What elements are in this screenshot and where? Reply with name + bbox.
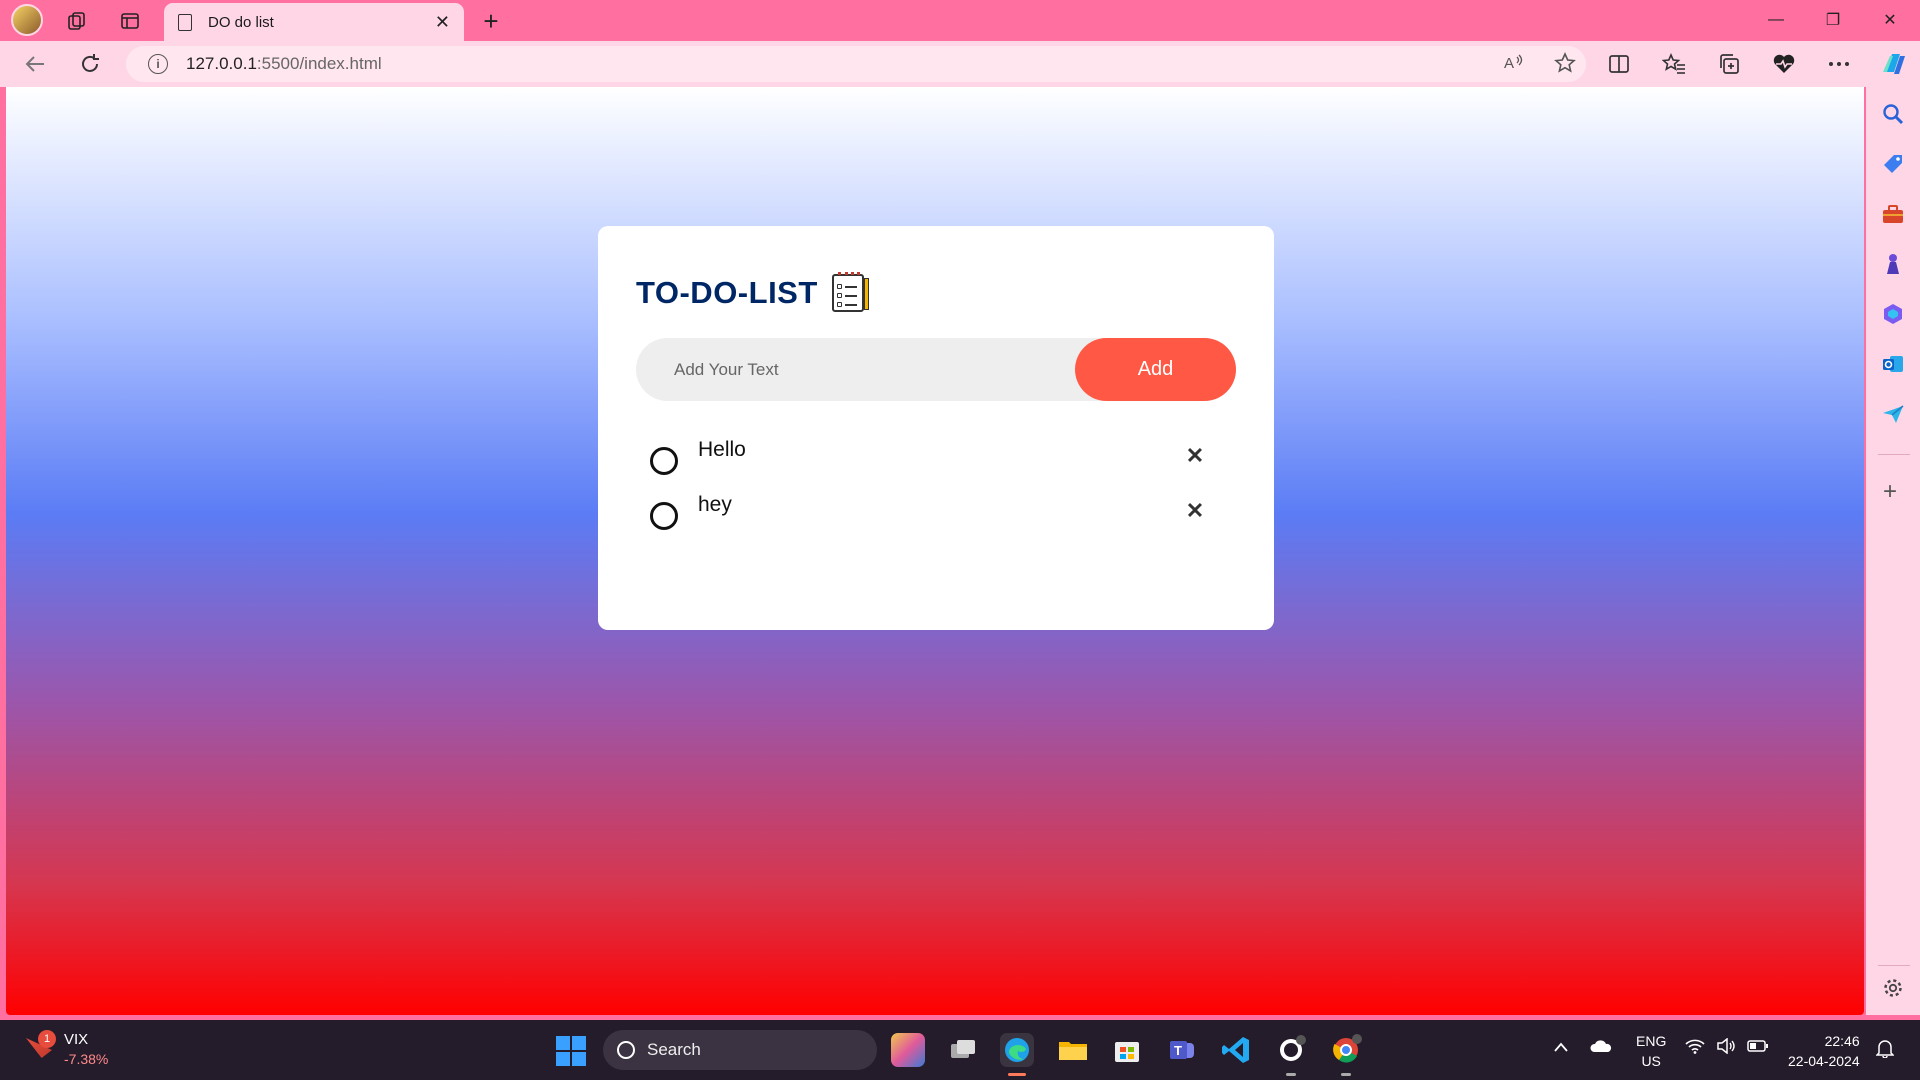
browser-toolbar: i 127.0.0.1:5500/index.html A — [0, 41, 1920, 87]
outlook-icon[interactable] — [1881, 352, 1905, 376]
task-list: Hello ✕ hey ✕ — [636, 436, 1236, 546]
tools-icon[interactable] — [1881, 202, 1905, 226]
gear-icon[interactable] — [1882, 977, 1904, 1005]
active-app-indicator — [1008, 1073, 1026, 1076]
games-icon[interactable] — [1881, 252, 1905, 276]
github-icon[interactable] — [1274, 1033, 1308, 1067]
wifi-icon[interactable] — [1685, 1038, 1705, 1059]
send-icon[interactable] — [1881, 402, 1905, 426]
notification-bell-icon[interactable] — [1875, 1038, 1895, 1063]
star-icon[interactable] — [1554, 52, 1576, 80]
heart-icon[interactable] — [1767, 48, 1801, 80]
task-text: Hello — [698, 438, 746, 461]
read-aloud-icon[interactable]: A — [1504, 52, 1526, 78]
info-icon[interactable]: i — [148, 54, 168, 74]
notification-badge: 1 — [38, 1030, 56, 1048]
copilot-app-icon[interactable] — [891, 1033, 925, 1067]
search-icon — [617, 1041, 635, 1059]
new-tab-button[interactable]: + — [476, 6, 506, 36]
app-heading: TO-DO-LIST — [636, 272, 869, 312]
task-view-icon[interactable] — [946, 1033, 980, 1067]
widget-name[interactable]: VIX — [64, 1031, 88, 1048]
chrome-icon[interactable] — [1329, 1033, 1363, 1067]
unchecked-circle-icon[interactable] — [650, 502, 678, 530]
vscode-icon[interactable] — [1219, 1033, 1253, 1067]
page-icon — [178, 13, 192, 31]
profile-avatar[interactable] — [11, 4, 43, 36]
svg-text:T: T — [1174, 1043, 1182, 1058]
task-text: hey — [698, 493, 732, 516]
stock-widget-icon[interactable]: 1 — [26, 1030, 56, 1062]
minimize-button[interactable]: — — [1748, 0, 1804, 40]
app-indicator — [1286, 1073, 1296, 1076]
list-item[interactable]: hey ✕ — [636, 491, 1236, 546]
sidebar-divider — [1878, 965, 1910, 966]
unchecked-circle-icon[interactable] — [650, 447, 678, 475]
windows-taskbar: 1 VIX -7.38% Search T ENG US 22:46 22-04… — [0, 1020, 1920, 1080]
shopping-tag-icon[interactable] — [1881, 152, 1905, 176]
edge-icon[interactable] — [1000, 1033, 1034, 1067]
widget-value[interactable]: -7.38% — [64, 1051, 108, 1067]
app-indicator — [1341, 1073, 1351, 1076]
task-input[interactable] — [636, 338, 1076, 401]
collections-icon[interactable] — [1712, 48, 1746, 80]
todo-card: TO-DO-LIST Add Hello ✕ hey ✕ — [598, 226, 1274, 630]
restore-button[interactable]: ❐ — [1805, 0, 1861, 40]
chevron-up-icon[interactable] — [1553, 1038, 1569, 1058]
vertical-tabs-icon[interactable] — [115, 6, 145, 36]
taskbar-search[interactable]: Search — [603, 1030, 877, 1070]
remove-task-icon[interactable]: ✕ — [1182, 498, 1208, 524]
browser-title-bar: DO do list ✕ + — ❐ ✕ — [0, 0, 1920, 41]
volume-icon[interactable] — [1716, 1037, 1736, 1059]
clock[interactable]: 22:46 22-04-2024 — [1788, 1031, 1860, 1071]
add-button[interactable]: Add — [1075, 338, 1236, 401]
remove-task-icon[interactable]: ✕ — [1182, 443, 1208, 469]
teams-icon[interactable]: T — [1165, 1033, 1199, 1067]
file-explorer-icon[interactable] — [1056, 1033, 1090, 1067]
favorites-icon[interactable] — [1657, 48, 1691, 80]
page-title: TO-DO-LIST — [636, 275, 818, 310]
back-button[interactable] — [18, 48, 52, 80]
search-label: Search — [647, 1040, 701, 1059]
list-item[interactable]: Hello ✕ — [636, 436, 1236, 491]
active-tab[interactable]: DO do list ✕ — [164, 3, 464, 41]
add-icon[interactable]: + — [1883, 478, 1897, 506]
page-viewport: TO-DO-LIST Add Hello ✕ hey ✕ — [6, 87, 1864, 1015]
sidebar-divider — [1878, 454, 1910, 455]
notepad-icon — [831, 272, 869, 312]
more-icon[interactable] — [1822, 48, 1856, 80]
tab-title: DO do list — [208, 13, 274, 31]
battery-icon[interactable] — [1747, 1038, 1769, 1058]
workspaces-icon[interactable] — [62, 6, 92, 36]
url-text[interactable]: 127.0.0.1:5500/index.html — [186, 54, 382, 74]
onedrive-icon[interactable] — [1590, 1038, 1612, 1058]
address-bar[interactable]: i 127.0.0.1:5500/index.html A — [126, 46, 1586, 82]
svg-text:A: A — [1504, 55, 1514, 72]
refresh-button[interactable] — [73, 48, 107, 80]
edge-sidebar: + — [1866, 87, 1920, 1015]
tab-close-icon[interactable]: ✕ — [435, 12, 450, 33]
copilot-icon[interactable] — [1877, 48, 1911, 80]
windows-start-icon[interactable] — [556, 1036, 586, 1066]
microsoft-store-icon[interactable] — [1110, 1033, 1144, 1067]
microsoft-365-icon[interactable] — [1881, 302, 1905, 326]
task-input-row: Add — [636, 338, 1236, 401]
language-indicator[interactable]: ENG US — [1636, 1031, 1666, 1071]
window-close-button[interactable]: ✕ — [1862, 0, 1918, 40]
search-icon[interactable] — [1881, 102, 1905, 126]
split-screen-icon[interactable] — [1602, 48, 1636, 80]
